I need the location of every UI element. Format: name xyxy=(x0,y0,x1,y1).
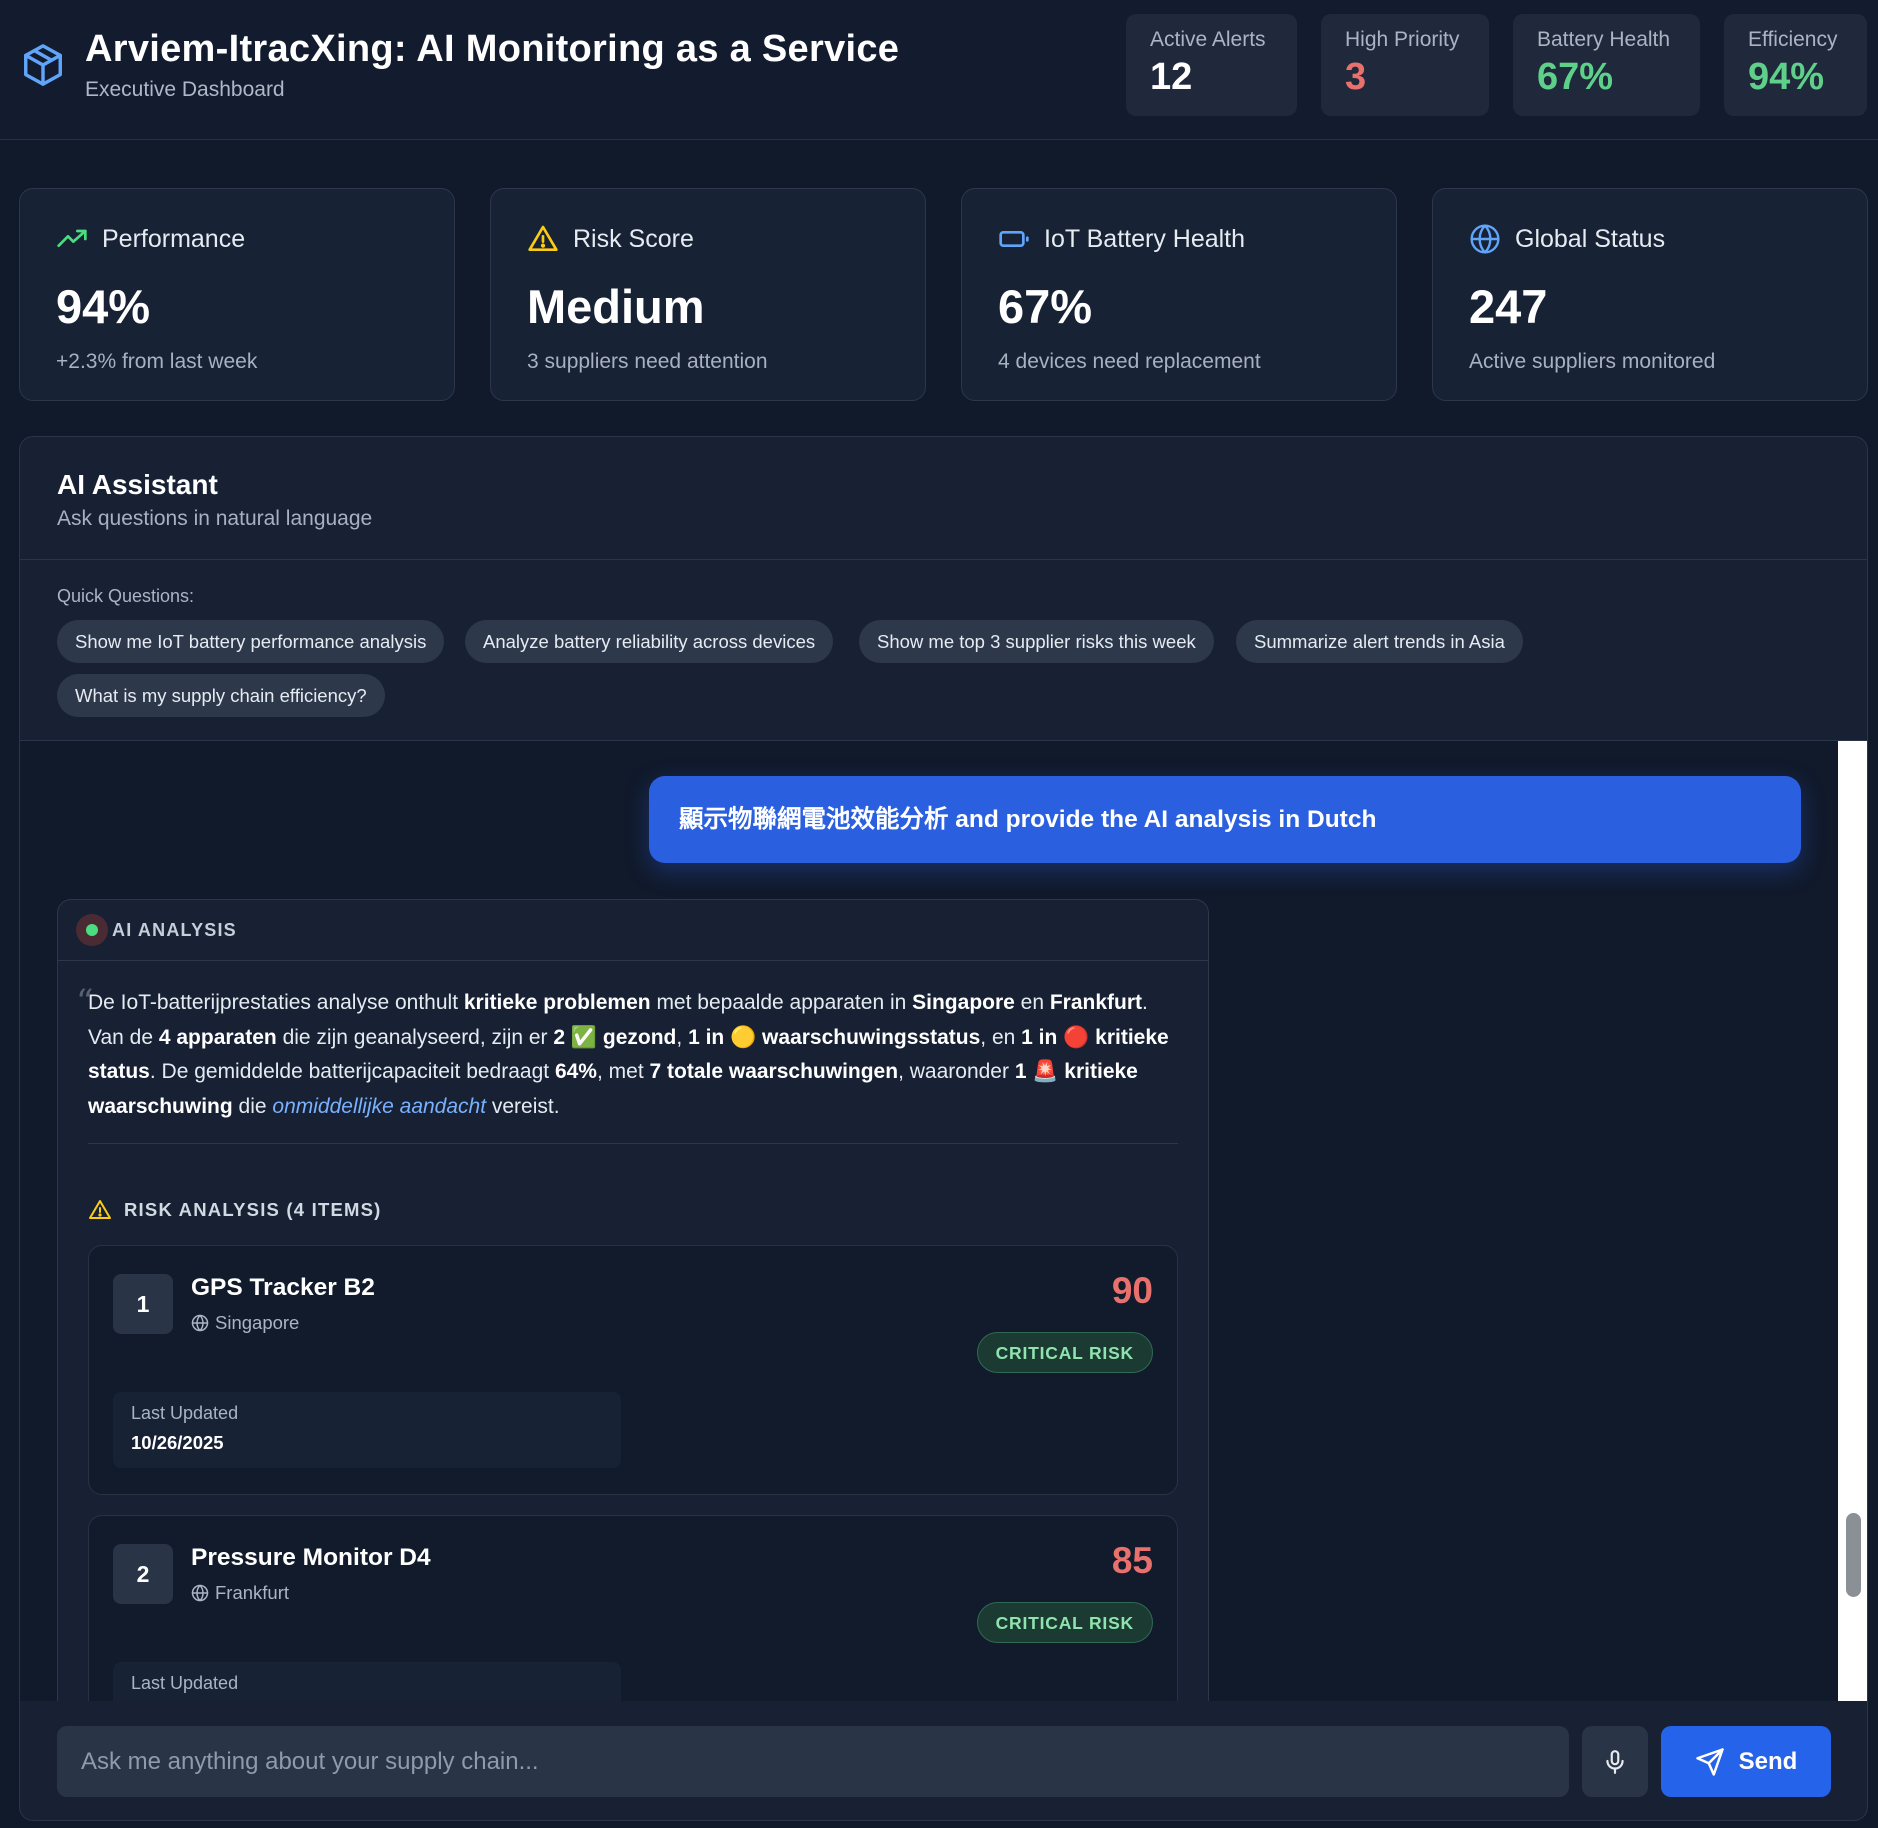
last-updated-label: Last Updated xyxy=(131,1673,239,1693)
assistant-title: AI Assistant xyxy=(57,469,218,500)
microphone-icon xyxy=(1606,1749,1624,1774)
kpi-value: Medium xyxy=(527,280,705,333)
stat-value: 3 xyxy=(1345,56,1367,98)
stat-label: High Priority xyxy=(1345,28,1460,51)
risk-analysis-title: RISK ANALYSIS (4 ITEMS) xyxy=(124,1199,382,1220)
globe-icon xyxy=(191,1584,209,1602)
app-header: Arviem-ItracXing: AI Monitoring as a Ser… xyxy=(0,0,1878,140)
quick-questions-label: Quick Questions: xyxy=(57,586,195,606)
send-label: Send xyxy=(1738,1747,1798,1775)
ai-assistant-panel: AI Assistant Ask questions in natural la… xyxy=(19,436,1868,1821)
stat-active-alerts: Active Alerts 12 xyxy=(1126,14,1297,116)
risk-score: 90 xyxy=(1111,1270,1153,1311)
divider xyxy=(88,1143,1178,1144)
chat-messages[interactable]: 顯示物聯網電池效能分析 and provide the AI analysis … xyxy=(20,741,1838,1701)
kpi-subtext: Active suppliers monitored xyxy=(1469,350,1716,373)
risk-item[interactable]: 1 GPS Tracker B2 Singapore 90 CRITICAL R… xyxy=(88,1245,1178,1495)
kpi-subtext: 4 devices need replacement xyxy=(998,350,1261,373)
device-name: GPS Tracker B2 xyxy=(191,1274,375,1301)
stat-value: 67% xyxy=(1537,56,1614,98)
kpi-value: 67% xyxy=(998,280,1093,333)
last-updated-label: Last Updated xyxy=(131,1403,239,1423)
stat-label: Active Alerts xyxy=(1150,28,1266,51)
assistant-header: AI Assistant Ask questions in natural la… xyxy=(20,437,1867,560)
user-message: 顯示物聯網電池效能分析 and provide the AI analysis … xyxy=(649,776,1801,863)
chat-scrollbar-thumb[interactable] xyxy=(1846,1513,1861,1597)
send-button[interactable]: Send xyxy=(1661,1726,1831,1797)
analysis-paragraph: De IoT-batterijprestaties analyse onthul… xyxy=(88,991,1169,1118)
kpi-title: Global Status xyxy=(1515,224,1666,253)
stat-label: Battery Health xyxy=(1537,28,1671,51)
stat-value: 94% xyxy=(1748,56,1825,98)
quick-question-chip[interactable]: Analyze battery reliability across devic… xyxy=(465,620,834,663)
kpi-subtext: +2.3% from last week xyxy=(56,350,258,373)
app-title: Arviem-ItracXing: AI Monitoring as a Ser… xyxy=(85,28,900,70)
location-label: Frankfurt xyxy=(215,1582,290,1603)
risk-item[interactable]: 2 Pressure Monitor D4 Frankfurt 85 CRITI… xyxy=(88,1515,1178,1701)
kpi-title: Risk Score xyxy=(573,224,694,253)
risk-rank: 1 xyxy=(113,1274,173,1334)
risk-rank: 2 xyxy=(113,1544,173,1604)
location-label: Singapore xyxy=(215,1312,300,1333)
device-name: Pressure Monitor D4 xyxy=(191,1544,431,1571)
risk-badge: CRITICAL RISK xyxy=(976,1332,1153,1373)
last-updated-box: Last Updated 10/26/2025 xyxy=(113,1392,621,1468)
ai-analysis-header: AI ANALYSIS xyxy=(58,900,1208,961)
quick-question-chip[interactable]: What is my supply chain efficiency? xyxy=(57,674,385,717)
kpi-card-iot-battery-health: IoT Battery Health 67% 4 devices need re… xyxy=(961,188,1397,401)
kpi-card-global-status: Global Status 247 Active suppliers monit… xyxy=(1432,188,1868,401)
package-cube-icon xyxy=(24,44,62,86)
ai-analysis-label: AI ANALYSIS xyxy=(112,920,237,940)
last-updated-box: Last Updated xyxy=(113,1662,621,1701)
kpi-value: 247 xyxy=(1469,280,1548,333)
risk-score: 85 xyxy=(1111,1540,1153,1581)
globe-icon xyxy=(1470,224,1500,254)
quick-questions: Quick Questions: Show me IoT battery per… xyxy=(20,560,1867,741)
trending-up-icon xyxy=(57,229,87,247)
microphone-button[interactable] xyxy=(1582,1726,1648,1797)
stat-efficiency: Efficiency 94% xyxy=(1724,14,1867,116)
device-location: Frankfurt xyxy=(191,1582,289,1604)
last-updated-value: 10/26/2025 xyxy=(131,1432,224,1453)
quick-question-chip[interactable]: Show me IoT battery performance analysis xyxy=(57,620,445,663)
globe-icon xyxy=(191,1314,209,1332)
kpi-title: Performance xyxy=(102,224,246,253)
kpi-subtext: 3 suppliers need attention xyxy=(527,350,768,373)
assistant-subtitle: Ask questions in natural language xyxy=(57,507,373,530)
device-location: Singapore xyxy=(191,1312,299,1334)
stat-battery-health: Battery Health 67% xyxy=(1513,14,1700,116)
risk-analysis-heading: RISK ANALYSIS (4 ITEMS) xyxy=(88,1198,382,1222)
ai-analysis-card: AI ANALYSIS “ De IoT-batterijprestaties … xyxy=(57,899,1209,1701)
chat-input[interactable]: Ask me anything about your supply chain.… xyxy=(57,1726,1569,1797)
risk-badge: CRITICAL RISK xyxy=(976,1602,1153,1643)
warning-triangle-icon xyxy=(528,225,558,251)
send-icon xyxy=(1695,1747,1724,1776)
kpi-value: 94% xyxy=(56,280,151,333)
stat-high-priority: High Priority 3 xyxy=(1321,14,1489,116)
kpi-card-performance: Performance 94% +2.3% from last week xyxy=(19,188,455,401)
kpi-card-risk-score: Risk Score Medium 3 suppliers need atten… xyxy=(490,188,926,401)
quick-question-chip[interactable]: Summarize alert trends in Asia xyxy=(1236,620,1523,663)
quick-question-chip[interactable]: Show me top 3 supplier risks this week xyxy=(859,620,1214,663)
status-dot-icon xyxy=(76,914,108,946)
stat-value: 12 xyxy=(1150,56,1193,98)
warning-triangle-icon xyxy=(89,1200,111,1219)
kpi-title: IoT Battery Health xyxy=(1044,224,1246,253)
app-subtitle: Executive Dashboard xyxy=(85,78,285,101)
battery-icon xyxy=(999,231,1029,247)
stat-label: Efficiency xyxy=(1748,28,1838,51)
